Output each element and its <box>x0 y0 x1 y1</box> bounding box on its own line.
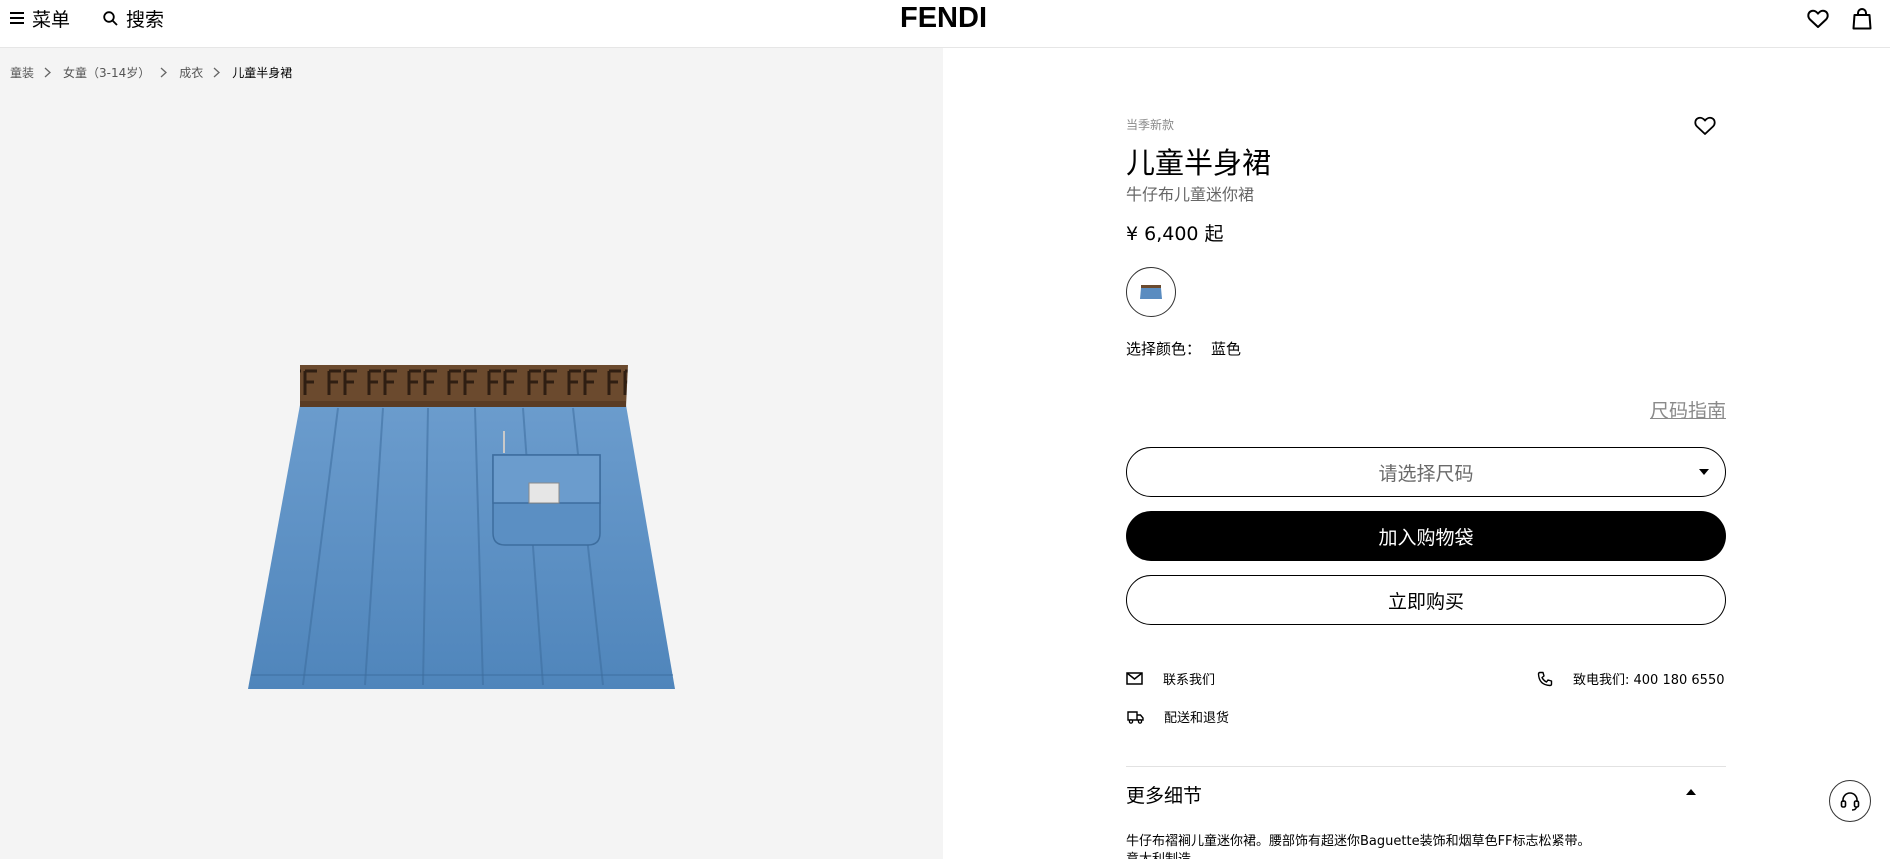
caret-down-icon <box>1699 469 1709 475</box>
buy-now-button[interactable]: 立即购买 <box>1126 575 1726 625</box>
headset-icon <box>1840 792 1860 811</box>
product-gallery: 童装 女童（3-14岁） 成衣 儿童半身裙 <box>0 48 943 859</box>
product-origin-line: 意大利制造 <box>1126 851 1726 859</box>
brand-logo[interactable]: FENDI <box>900 2 987 35</box>
section-divider <box>1126 766 1726 767</box>
breadcrumb-item-current: 儿童半身裙 <box>232 66 293 80</box>
size-guide-link[interactable]: 尺码指南 <box>1650 396 1726 423</box>
size-select[interactable]: 请选择尺码 <box>1126 447 1726 497</box>
call-us-label: 致电我们: 400 180 6550 <box>1573 673 1725 688</box>
phone-icon <box>1537 671 1553 686</box>
chevron-right-icon <box>160 67 168 78</box>
search-label: 搜索 <box>126 8 165 31</box>
more-details-label: 更多细节 <box>1126 784 1203 807</box>
shopping-bag-icon <box>1852 8 1872 30</box>
mail-icon <box>1126 672 1143 685</box>
call-us-link[interactable]: 致电我们: 400 180 6550 <box>1537 669 1725 688</box>
delivery-returns-link[interactable]: 配送和退货 <box>1126 707 1229 726</box>
add-to-bag-button[interactable]: 加入购物袋 <box>1126 511 1726 561</box>
contact-us-link[interactable]: 联系我们 <box>1126 669 1215 688</box>
color-swatch-blue[interactable] <box>1126 267 1176 317</box>
breadcrumb-item-kids[interactable]: 童装 <box>10 64 34 81</box>
chevron-right-icon <box>44 67 51 78</box>
customer-service-button[interactable] <box>1829 780 1871 822</box>
search-icon <box>103 10 118 26</box>
product-subtitle: 牛仔布儿童迷你裙 <box>1126 185 1255 204</box>
menu-label: 菜单 <box>32 8 71 31</box>
swatch-thumbnail <box>1140 285 1162 299</box>
menu-button[interactable]: 菜单 <box>10 6 71 31</box>
delivery-returns-label: 配送和退货 <box>1164 711 1230 726</box>
new-season-tag: 当季新款 <box>1126 118 1175 132</box>
product-title: 儿童半身裙 <box>1126 146 1272 180</box>
wishlist-button[interactable] <box>1806 7 1830 31</box>
caret-up-icon <box>1686 789 1696 795</box>
shopping-bag-button[interactable] <box>1850 7 1874 31</box>
breadcrumb-item-ready-to-wear[interactable]: 成衣 <box>179 64 203 81</box>
product-price: ¥ 6,400 起 <box>1126 223 1224 245</box>
heart-icon <box>1694 116 1716 135</box>
color-selection: 选择颜色： 蓝色 <box>1126 338 1241 359</box>
contact-us-label: 联系我们 <box>1163 673 1216 688</box>
heart-icon <box>1807 9 1829 28</box>
site-header: 菜单 搜索 FENDI <box>0 0 1890 48</box>
product-description: 牛仔布褶裥儿童迷你裙。腰部饰有超迷你Baguette装饰和烟草色FF标志松紧带。… <box>1126 833 1726 859</box>
product-image-skirt[interactable] <box>243 363 683 743</box>
hamburger-icon <box>10 12 24 24</box>
product-description-line: 牛仔布褶裥儿童迷你裙。腰部饰有超迷你Baguette装饰和烟草色FF标志松紧带。 <box>1126 834 1591 849</box>
search-button[interactable]: 搜索 <box>103 6 165 31</box>
chevron-right-icon <box>213 67 221 78</box>
delivery-truck-icon <box>1127 710 1144 724</box>
add-to-wishlist-button[interactable] <box>1694 116 1716 138</box>
more-details-toggle[interactable]: 更多细节 <box>1126 776 1726 812</box>
color-value: 蓝色 <box>1211 340 1242 358</box>
breadcrumb-item-girls[interactable]: 女童（3-14岁） <box>63 64 150 81</box>
size-select-placeholder: 请选择尺码 <box>1378 462 1474 485</box>
color-label: 选择颜色： <box>1126 340 1202 358</box>
breadcrumb: 童装 女童（3-14岁） 成衣 儿童半身裙 <box>10 64 292 81</box>
